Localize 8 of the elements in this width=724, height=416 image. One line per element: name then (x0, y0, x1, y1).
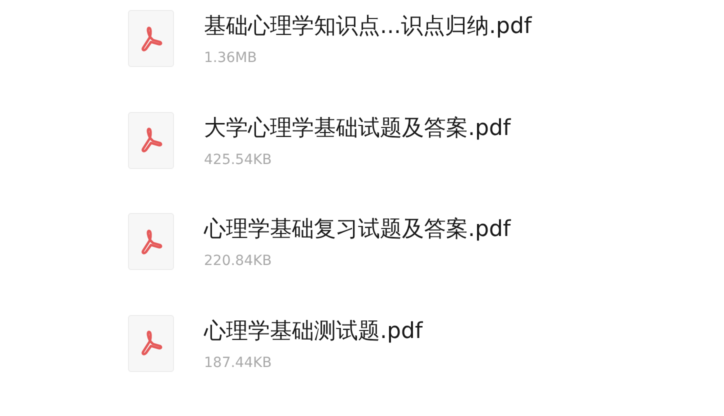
file-name[interactable]: 心理学基础测试题.pdf (204, 314, 423, 348)
file-name[interactable]: 心理学基础复习试题及答案.pdf (204, 213, 511, 247)
file-size: 187.44KB (204, 354, 273, 372)
file-size: 1.36MB (204, 49, 258, 68)
file-size: 220.84KB (204, 252, 273, 271)
file-size: 425.54KB (204, 150, 273, 170)
file-name[interactable]: 大学心理学基础试题及答案.pdf (204, 112, 511, 146)
file-name[interactable]: 基础心理学知识点...识点归纳.pdf (204, 10, 532, 44)
